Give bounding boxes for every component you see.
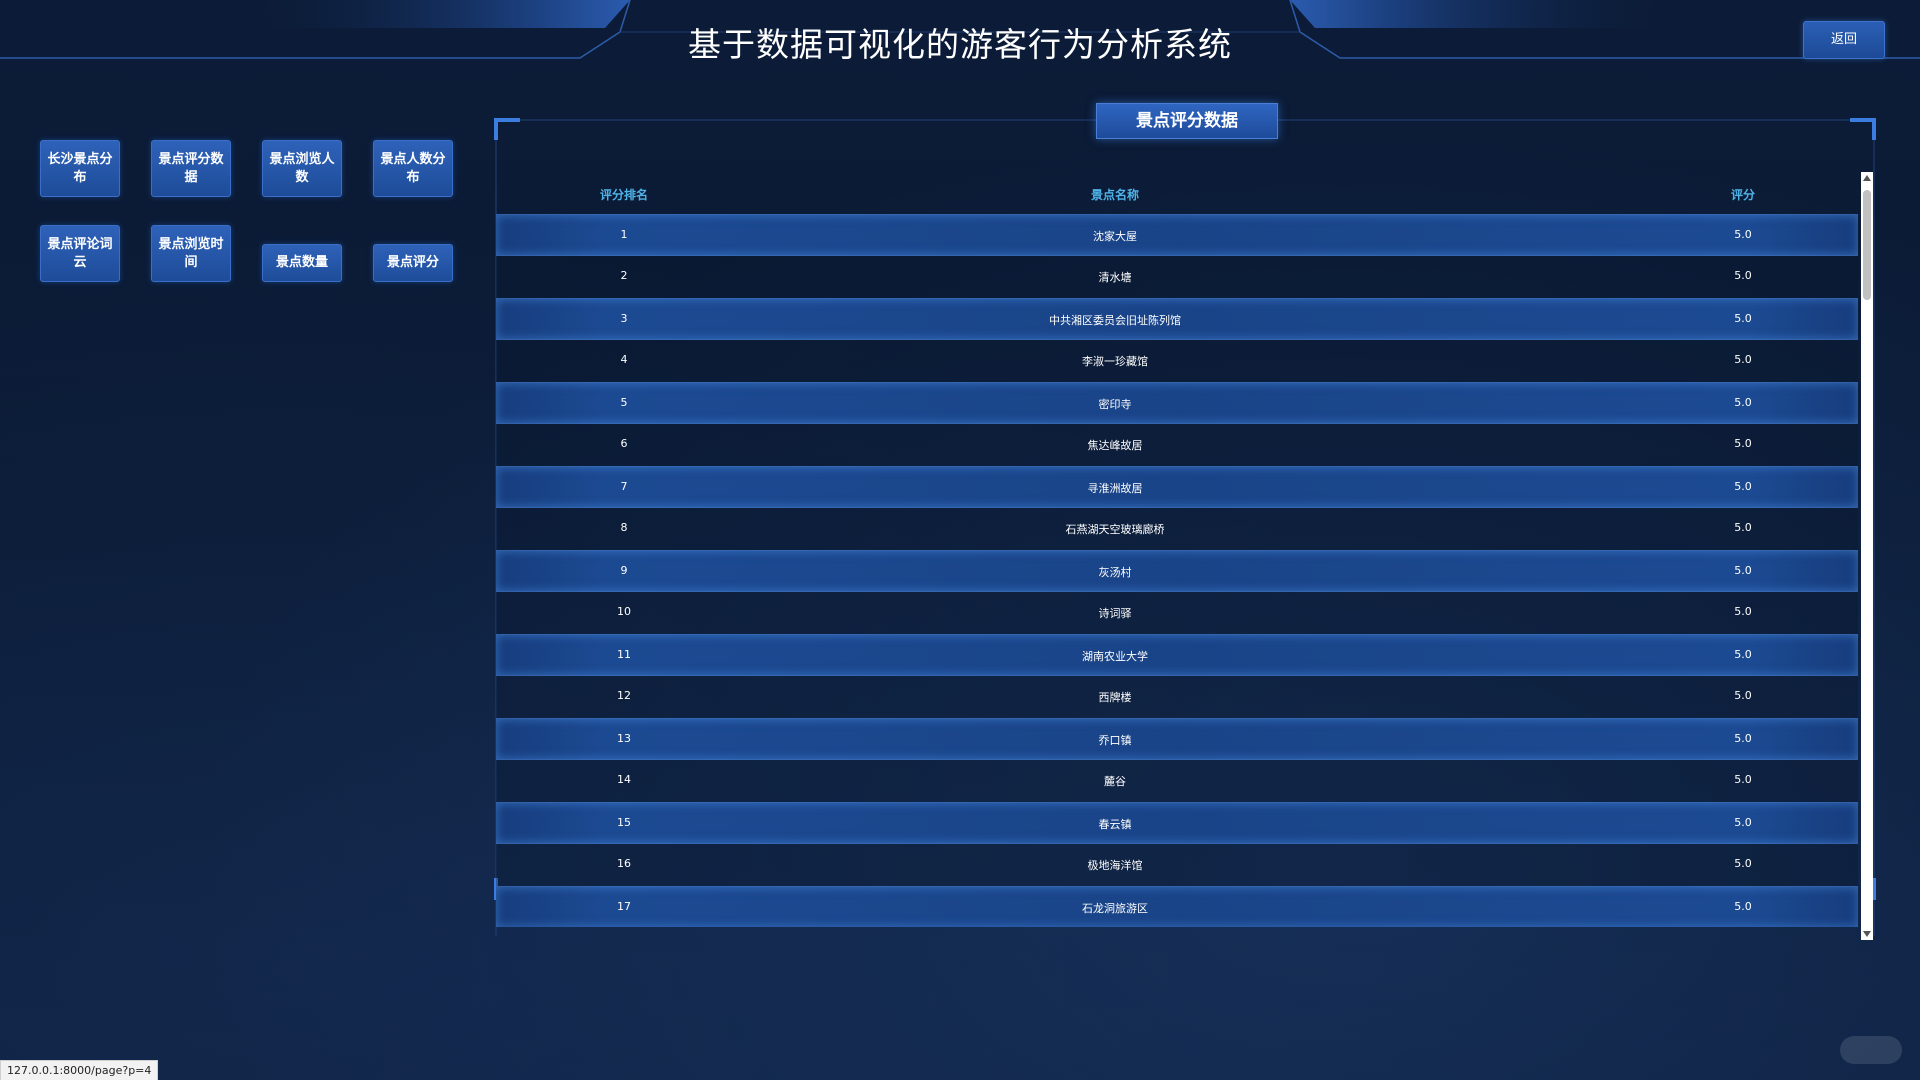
scroll-up-icon[interactable] [1863,175,1871,181]
table-header: 评分排名 景点名称 评分 [496,174,1858,214]
table-row: 11 湖南农业大学 5.0 [496,634,1858,676]
table-row: 5 密印寺 5.0 [496,382,1858,424]
cell-rank: 13 [617,732,631,745]
table-row: 6 焦达峰故居 5.0 [496,424,1858,466]
table-row: 14 麓谷 5.0 [496,760,1858,802]
cell-name: 沈家大屋 [1093,230,1137,243]
nav-button-rating-data[interactable]: 景点评分数据 [151,140,231,197]
table-row: 3 中共湘区委员会旧址陈列馆 5.0 [496,298,1858,340]
cell-score: 5.0 [1734,396,1752,409]
column-header-rank: 评分排名 [599,188,648,202]
cell-rank: 10 [617,605,631,618]
cell-name: 密印寺 [1098,398,1132,411]
panel-title: 景点评分数据 [1096,103,1278,139]
cell-score: 5.0 [1734,521,1752,534]
cell-rank: 2 [620,269,628,282]
cell-name: 诗词驿 [1098,607,1132,620]
back-button[interactable]: 返回 [1803,21,1885,59]
rating-data-panel: 景点评分数据 评分排名 景点名称 评分 1 沈家大屋 5.0 2 清水塘 5.0 3 中共湘区… [494,103,1876,940]
cell-rank: 5 [620,396,628,409]
nav-button-browse-time[interactable]: 景点浏览时间 [151,225,231,282]
column-header-score: 评分 [1730,188,1755,202]
cell-name: 西牌楼 [1098,691,1132,704]
cell-rank: 17 [617,900,631,913]
table-row: 10 诗词驿 5.0 [496,592,1858,634]
table-row: 7 寻淮洲故居 5.0 [496,466,1858,508]
cell-score: 5.0 [1734,648,1752,661]
nav-button-attraction-count[interactable]: 景点数量 [262,244,342,282]
cell-name: 春云镇 [1098,818,1132,831]
nav-button-comment-wordcloud[interactable]: 景点评论词云 [40,225,120,282]
cell-rank: 15 [617,816,631,829]
table-row: 2 清水塘 5.0 [496,256,1858,298]
cell-name: 寻淮洲故居 [1087,482,1143,495]
cell-score: 5.0 [1734,480,1752,493]
cell-rank: 16 [617,857,631,870]
cell-rank: 9 [620,564,628,577]
table-row: 12 西牌楼 5.0 [496,676,1858,718]
cell-rank: 11 [617,648,631,661]
cell-rank: 8 [620,521,628,534]
cell-name: 乔口镇 [1098,734,1132,747]
page-title: 基于数据可视化的游客行为分析系统 [688,25,1232,64]
nav-button-visitor-distribution[interactable]: 景点人数分布 [373,140,453,197]
cell-name: 中共湘区委员会旧址陈列馆 [1049,314,1181,327]
cell-rank: 4 [620,353,628,366]
cell-score: 5.0 [1734,605,1752,618]
table-row: 13 乔口镇 5.0 [496,718,1858,760]
cell-score: 5.0 [1734,269,1752,282]
cell-rank: 12 [617,689,631,702]
column-header-name: 景点名称 [1090,188,1139,202]
header-bar: 基于数据可视化的游客行为分析系统 返回 [0,0,1920,70]
cell-score: 5.0 [1734,900,1752,913]
cell-name: 湖南农业大学 [1082,650,1148,663]
cell-score: 5.0 [1734,564,1752,577]
cell-name: 石燕湖天空玻璃廊桥 [1065,523,1165,536]
cell-rank: 3 [620,312,628,325]
rating-table: 评分排名 景点名称 评分 1 沈家大屋 5.0 2 清水塘 5.0 3 中共湘区委员会旧址陈列… [496,174,1858,927]
nav-button-attraction-rating[interactable]: 景点评分 [373,244,453,282]
table-row: 4 李淑一珍藏馆 5.0 [496,340,1858,382]
scroll-thumb[interactable] [1863,190,1871,300]
cell-score: 5.0 [1734,228,1752,241]
cell-name: 石龙洞旅游区 [1082,902,1148,915]
table-row: 9 灰汤村 5.0 [496,550,1858,592]
watermark-logo-icon [1840,1036,1902,1064]
table-row: 17 石龙洞旅游区 5.0 [496,886,1858,927]
cell-name: 极地海洋馆 [1087,859,1143,872]
cell-name: 清水塘 [1098,271,1132,284]
cell-rank: 14 [617,773,631,786]
cell-score: 5.0 [1734,732,1752,745]
cell-name: 灰汤村 [1098,566,1132,579]
nav-button-view-count[interactable]: 景点浏览人数 [262,140,342,197]
cell-name: 麓谷 [1104,775,1126,788]
cell-score: 5.0 [1734,816,1752,829]
table-body: 1 沈家大屋 5.0 2 清水塘 5.0 3 中共湘区委员会旧址陈列馆 5.0 4 李淑一珍藏馆 5.… [496,214,1858,927]
status-bar-url: 127.0.0.1:8000/page?p=4 [0,1060,159,1080]
cell-score: 5.0 [1734,857,1752,870]
cell-score: 5.0 [1734,437,1752,450]
cell-score: 5.0 [1734,689,1752,702]
table-row: 1 沈家大屋 5.0 [496,214,1858,256]
cell-rank: 7 [620,480,628,493]
cell-name: 李淑一珍藏馆 [1082,355,1148,368]
dashboard-page: 基于数据可视化的游客行为分析系统 返回 长沙景点分布 景点评分数据 景点浏览人数… [0,0,1920,1080]
scroll-down-icon[interactable] [1863,931,1871,937]
nav-button-attraction-distribution[interactable]: 长沙景点分布 [40,140,120,197]
table-row: 16 极地海洋馆 5.0 [496,844,1858,886]
table-scrollbar[interactable] [1861,172,1873,940]
table-row: 15 春云镇 5.0 [496,802,1858,844]
cell-score: 5.0 [1734,773,1752,786]
cell-score: 5.0 [1734,312,1752,325]
cell-rank: 6 [620,437,628,450]
cell-score: 5.0 [1734,353,1752,366]
cell-rank: 1 [620,228,628,241]
cell-name: 焦达峰故居 [1087,439,1143,452]
table-row: 8 石燕湖天空玻璃廊桥 5.0 [496,508,1858,550]
